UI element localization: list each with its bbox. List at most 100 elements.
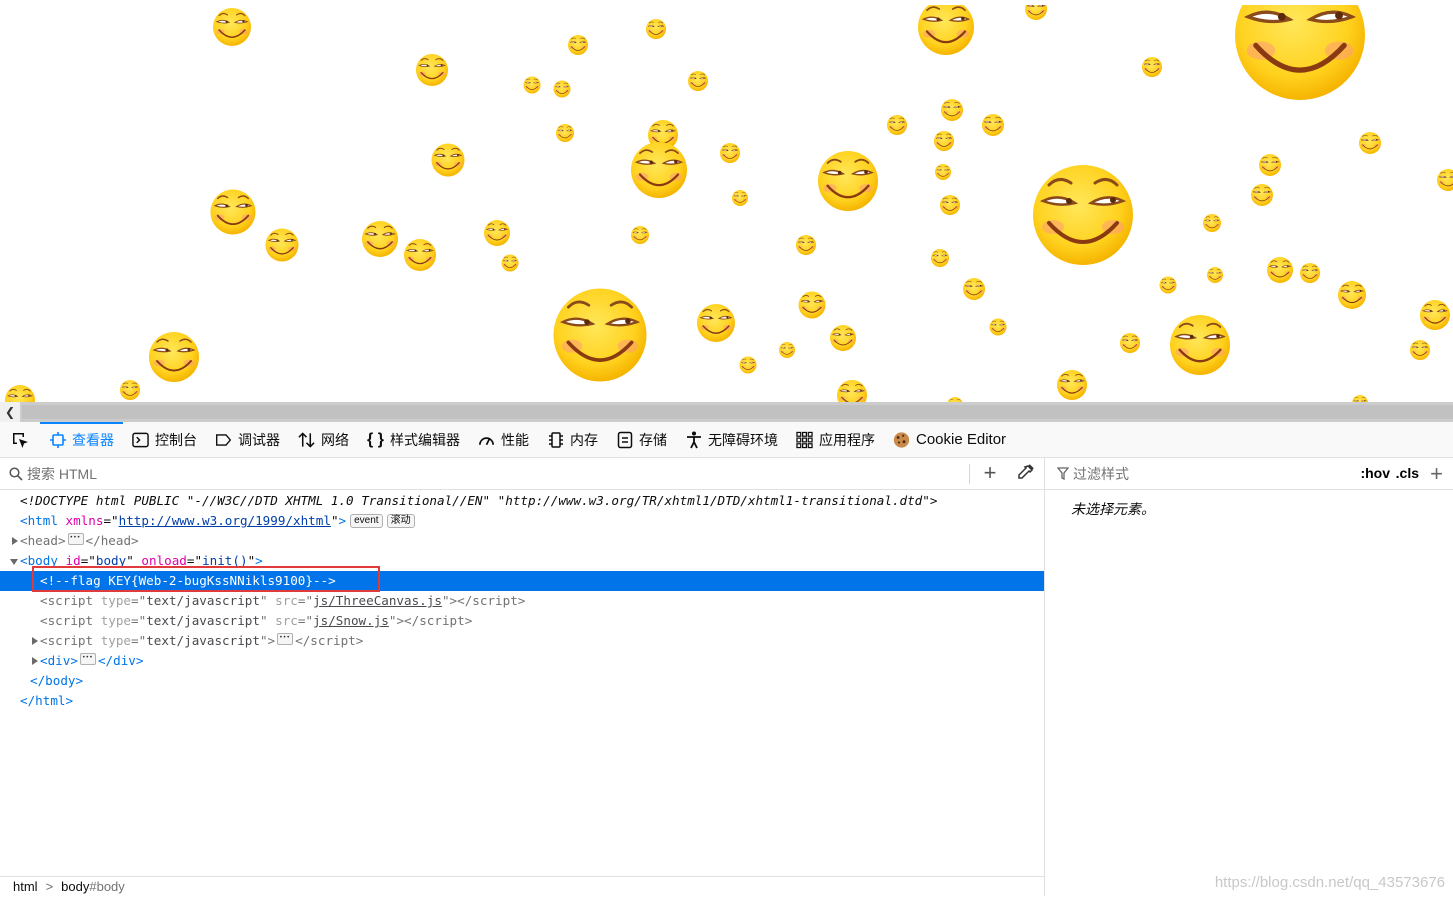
watermark-text: https://blog.csdn.net/qq_43573676: [1214, 874, 1445, 891]
search-input[interactable]: 搜索 HTML: [27, 464, 97, 484]
application-icon: [796, 431, 813, 448]
collapsed-ellipsis-icon[interactable]: [67, 528, 84, 548]
scroll-badge[interactable]: 滚动: [386, 514, 415, 528]
style-editor-icon: { }: [367, 430, 384, 448]
tab-label: 网络: [321, 431, 349, 448]
add-node-button[interactable]: +: [980, 462, 1000, 484]
markup-line-doctype[interactable]: <!DOCTYPE html PUBLIC "-//W3C//DTD XHTML…: [0, 491, 1044, 511]
tab-cookie-editor[interactable]: Cookie Editor: [884, 422, 1015, 457]
tag-name: body: [45, 673, 76, 688]
eyedropper-icon[interactable]: [1016, 464, 1034, 485]
markup-line-body[interactable]: <body id="body" onload="init()">: [0, 551, 1044, 571]
storage-icon: [616, 431, 633, 448]
element-picker-button[interactable]: [0, 422, 40, 457]
comment-text: <!--flag KEY{Web-2-bugKssNNikls9100}-->: [40, 573, 336, 588]
emoji-group: [4, 5, 1453, 402]
attr-name: onload: [141, 553, 187, 568]
add-rule-button[interactable]: +: [1430, 461, 1443, 487]
network-icon: [298, 431, 315, 448]
markup-line-div[interactable]: <div></div>: [0, 648, 1044, 671]
attr-value: text/javascript: [146, 613, 260, 628]
breadcrumb-item-html[interactable]: html: [13, 879, 38, 894]
attr-value: text/javascript: [146, 593, 260, 608]
scrollbar-thumb[interactable]: [22, 405, 1453, 419]
hov-toggle-button[interactable]: :hov: [1360, 465, 1390, 481]
collapsed-ellipsis-icon[interactable]: [277, 628, 294, 648]
markup-tree: <!DOCTYPE html PUBLIC "-//W3C//DTD XHTML…: [0, 490, 1044, 711]
breadcrumb-tag: body: [61, 879, 90, 894]
inspector-panes: 搜索 HTML + <!DOCTYPE html PUBLIC "-//W3C/…: [0, 458, 1453, 896]
tag-name: div: [47, 653, 71, 668]
expand-arrow-icon[interactable]: [30, 651, 40, 671]
scroll-left-icon[interactable]: ❮: [0, 402, 20, 422]
attr-name: type: [100, 593, 132, 608]
horizontal-scrollbar[interactable]: ❮: [0, 402, 1453, 422]
expand-arrow-icon[interactable]: [30, 631, 40, 651]
script-src-link[interactable]: js/Snow.js: [313, 613, 389, 628]
tab-network[interactable]: 网络: [289, 422, 358, 457]
performance-icon: [478, 431, 495, 448]
tag-name: script: [472, 593, 518, 608]
markup-line-body-close[interactable]: </body>: [0, 671, 1044, 691]
attr-name: type: [100, 633, 132, 648]
tab-performance[interactable]: 性能: [469, 422, 538, 457]
tab-label: 查看器: [72, 431, 114, 448]
markup-line-script-snow[interactable]: <script type="text/javascript" src="js/S…: [0, 611, 1044, 631]
tag-name: script: [47, 613, 94, 628]
tag-name: html: [35, 693, 66, 708]
collapse-arrow-icon[interactable]: [10, 551, 20, 571]
tag-name: div: [113, 653, 136, 668]
tag-name: head: [100, 533, 132, 548]
tab-label: 控制台: [155, 431, 197, 448]
tab-application[interactable]: 应用程序: [787, 422, 884, 457]
markup-line-comment-selected[interactable]: <!--flag KEY{Web-2-bugKssNNikls9100}-->: [0, 571, 1044, 591]
tab-storage[interactable]: 存储: [607, 422, 676, 457]
devtools-toolbar: 查看器 控制台 调试器 网络 { } 样式编辑器 性能 内存 存储 无障碍环境 …: [0, 422, 1453, 458]
breadcrumb-separator-icon: >: [45, 879, 54, 894]
tab-inspector[interactable]: 查看器: [40, 422, 123, 457]
filter-icon: [1057, 467, 1069, 480]
markup-line-html[interactable]: <html xmlns="http://www.w3.org/1999/xhtm…: [0, 511, 1044, 531]
tab-accessibility[interactable]: 无障碍环境: [676, 422, 787, 457]
tab-label: 样式编辑器: [390, 431, 460, 448]
collapsed-ellipsis-icon[interactable]: [79, 648, 96, 668]
markup-line-html-close[interactable]: </html>: [0, 691, 1044, 711]
tab-label: 无障碍环境: [708, 431, 778, 448]
markup-line-head[interactable]: <head></head>: [0, 528, 1044, 551]
attr-name: src: [275, 593, 298, 608]
tag-name: head: [27, 533, 58, 548]
cls-toggle-button[interactable]: .cls: [1396, 465, 1419, 481]
xmlns-link[interactable]: http://www.w3.org/1999/xhtml: [119, 513, 331, 528]
rules-panel: 过滤样式 :hov .cls + 未选择元素。: [1045, 458, 1453, 896]
markup-line-script-threecanvas[interactable]: <script type="text/javascript" src="js/T…: [0, 591, 1044, 611]
style-filter-input[interactable]: 过滤样式: [1073, 464, 1129, 484]
tab-label: 存储: [639, 431, 667, 448]
expand-arrow-icon[interactable]: [10, 531, 20, 551]
markup-line-script-inline[interactable]: <script type="text/javascript"></script>: [0, 628, 1044, 651]
toolbar-separator: [969, 464, 970, 484]
tag-name: script: [310, 633, 356, 648]
html-search-bar: 搜索 HTML +: [0, 458, 1044, 490]
tab-style-editor[interactable]: { } 样式编辑器: [358, 422, 469, 457]
style-filter-bar: 过滤样式 :hov .cls +: [1045, 458, 1453, 490]
page-viewport: [0, 0, 1453, 402]
inspector-icon: [49, 431, 66, 448]
event-badge[interactable]: event: [350, 514, 383, 528]
attr-value: init(): [202, 553, 248, 568]
attr-value: body: [95, 553, 127, 568]
attr-name: id: [65, 553, 81, 568]
attr-value: text/javascript: [146, 633, 260, 648]
debugger-icon: [215, 431, 232, 448]
tag-name: html: [27, 513, 58, 528]
tab-console[interactable]: 控制台: [123, 422, 206, 457]
tab-label: 调试器: [238, 431, 280, 448]
script-src-link[interactable]: js/ThreeCanvas.js: [313, 593, 442, 608]
no-element-selected-text: 未选择元素。: [1071, 501, 1155, 517]
markup-panel: 搜索 HTML + <!DOCTYPE html PUBLIC "-//W3C/…: [0, 458, 1045, 896]
tab-label: Cookie Editor: [916, 431, 1007, 448]
tag-name: script: [419, 613, 465, 628]
tab-debugger[interactable]: 调试器: [206, 422, 289, 457]
tag-name: script: [47, 633, 94, 648]
breadcrumb-item-body[interactable]: body#body: [61, 879, 125, 894]
tab-memory[interactable]: 内存: [538, 422, 607, 457]
